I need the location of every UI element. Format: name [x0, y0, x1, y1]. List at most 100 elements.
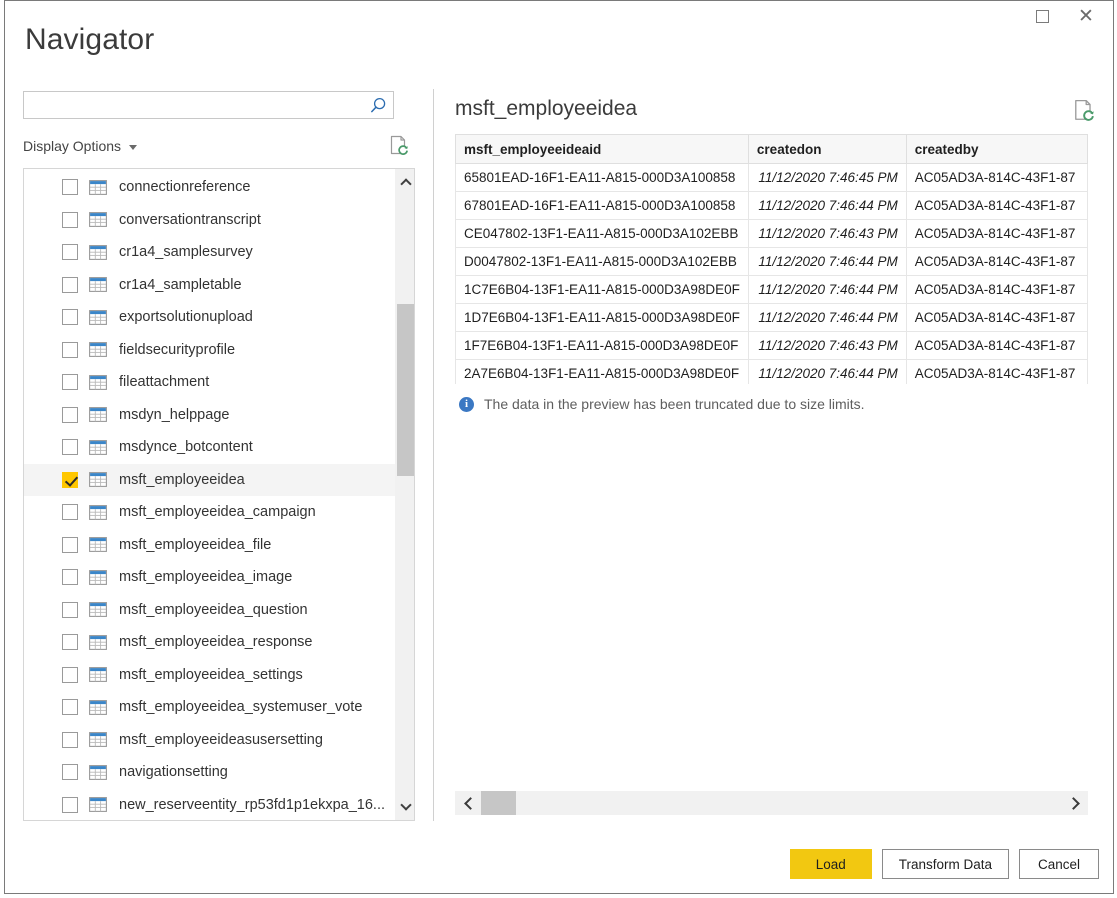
tree-item-checkbox[interactable] [62, 179, 78, 195]
tree-item-checkbox[interactable] [62, 244, 78, 260]
preview-horizontal-scrollbar[interactable] [455, 791, 1088, 815]
table-cell: AC05AD3A-814C-43F1-87 [906, 304, 1087, 332]
tree-item-msft-employeeidea-campaign[interactable]: msft_employeeidea_campaign [24, 496, 395, 529]
truncation-notice-text: The data in the preview has been truncat… [484, 396, 865, 412]
tree-item-label: cr1a4_sampletable [119, 277, 242, 293]
tree-item-label: msft_employeeidea_response [119, 634, 312, 650]
table-cell: 11/12/2020 7:46:44 PM [748, 248, 906, 276]
table-cell: AC05AD3A-814C-43F1-87 [906, 360, 1087, 385]
tree-item-msdynce-botcontent[interactable]: msdynce_botcontent [24, 431, 395, 464]
table-row: 1F7E6B04-13F1-EA11-A815-000D3A98DE0F11/1… [456, 332, 1088, 360]
table-cell: 11/12/2020 7:46:44 PM [748, 360, 906, 385]
table-cell: 2A7E6B04-13F1-EA11-A815-000D3A98DE0F [456, 360, 749, 385]
table-cell: 1F7E6B04-13F1-EA11-A815-000D3A98DE0F [456, 332, 749, 360]
search-input[interactable] [24, 92, 363, 118]
tree-item-msft-employeeideasusersetting[interactable]: msft_employeeideasusersetting [24, 724, 395, 757]
info-icon: i [459, 397, 474, 412]
tree-item-fileattachment[interactable]: fileattachment [24, 366, 395, 399]
chevron-down-icon [400, 799, 411, 810]
tree-item-checkbox[interactable] [62, 732, 78, 748]
column-header[interactable]: createdon [748, 135, 906, 164]
tree-item-fieldsecurityprofile[interactable]: fieldsecurityprofile [24, 334, 395, 367]
table-row: D0047802-13F1-EA11-A815-000D3A102EBB11/1… [456, 248, 1088, 276]
table-icon [89, 342, 107, 357]
tree-item-checkbox[interactable] [62, 439, 78, 455]
tree-item-checkbox[interactable] [62, 374, 78, 390]
table-icon [89, 407, 107, 422]
tree-item-new-reserveentity-rp53fd1p1ekxpa-16-[interactable]: new_reserveentity_rp53fd1p1ekxpa_16... [24, 789, 395, 822]
tree-item-label: msft_employeeidea_question [119, 602, 308, 618]
tree-item-msft-employeeidea-image[interactable]: msft_employeeidea_image [24, 561, 395, 594]
tree-item-checkbox[interactable] [62, 277, 78, 293]
table-cell: 11/12/2020 7:46:44 PM [748, 304, 906, 332]
scroll-left-button[interactable] [455, 791, 481, 815]
tree-item-checkbox[interactable] [62, 407, 78, 423]
tree-item-cr1a4-sampletable[interactable]: cr1a4_sampletable [24, 269, 395, 302]
search-button[interactable] [363, 92, 393, 118]
tree-vertical-scrollbar[interactable] [395, 169, 414, 820]
load-button[interactable]: Load [790, 849, 872, 879]
scroll-down-button[interactable] [396, 797, 415, 816]
tree-item-label: msft_employeeidea_file [119, 537, 271, 553]
tree-item-label: conversationtranscript [119, 212, 261, 228]
table-cell: 11/12/2020 7:46:43 PM [748, 220, 906, 248]
refresh-preview-button[interactable] [1073, 99, 1095, 127]
table-icon [89, 570, 107, 585]
search-icon [370, 97, 387, 114]
tree-item-checkbox[interactable] [62, 504, 78, 520]
tree-item-label: msft_employeeidea_systemuser_vote [119, 699, 362, 715]
tree-item-msft-employeeidea-systemuser-vote[interactable]: msft_employeeidea_systemuser_vote [24, 691, 395, 724]
tree-item-checkbox[interactable] [62, 634, 78, 650]
table-icon [89, 180, 107, 195]
scrollbar-thumb[interactable] [397, 304, 415, 476]
tree-item-msdyn-helppage[interactable]: msdyn_helppage [24, 399, 395, 432]
transform-data-button[interactable]: Transform Data [882, 849, 1009, 879]
tree-item-msft-employeeidea[interactable]: msft_employeeidea [24, 464, 395, 497]
horizontal-scrollbar-thumb[interactable] [481, 791, 516, 815]
display-options-dropdown[interactable]: Display Options [23, 138, 137, 154]
tree-item-label: msft_employeeidea_campaign [119, 504, 316, 520]
tree-item-checkbox[interactable] [62, 667, 78, 683]
tree-item-label: msft_employeeideasusersetting [119, 732, 323, 748]
tree-item-checkbox[interactable] [62, 342, 78, 358]
table-cell: AC05AD3A-814C-43F1-87 [906, 220, 1087, 248]
search-box[interactable] [23, 91, 394, 119]
tree-item-exportsolutionupload[interactable]: exportsolutionupload [24, 301, 395, 334]
cancel-button[interactable]: Cancel [1019, 849, 1099, 879]
chevron-down-icon [129, 145, 137, 150]
scroll-up-button[interactable] [396, 173, 415, 192]
tree-item-navigationsetting[interactable]: navigationsetting [24, 756, 395, 789]
tree-item-checkbox[interactable] [62, 602, 78, 618]
tree-item-checkbox[interactable] [62, 537, 78, 553]
column-header[interactable]: createdby [906, 135, 1087, 164]
column-header[interactable]: msft_employeeideaid [456, 135, 749, 164]
tree-item-cr1a4-samplesurvey[interactable]: cr1a4_samplesurvey [24, 236, 395, 269]
scroll-right-button[interactable] [1062, 791, 1088, 815]
table-header-row: msft_employeeideaidcreatedoncreatedby [456, 135, 1088, 164]
close-button[interactable]: ✕ [1064, 1, 1108, 31]
tree-item-msft-employeeidea-file[interactable]: msft_employeeidea_file [24, 529, 395, 562]
tree-item-connectionreference[interactable]: connectionreference [24, 171, 395, 204]
tree-item-msft-employeeidea-settings[interactable]: msft_employeeidea_settings [24, 659, 395, 692]
tree-item-checkbox[interactable] [62, 797, 78, 813]
tree-item-msft-employeeidea-response[interactable]: msft_employeeidea_response [24, 626, 395, 659]
maximize-button[interactable] [1020, 1, 1064, 31]
tree-item-checkbox[interactable] [62, 764, 78, 780]
tree-item-msft-employeeidea-question[interactable]: msft_employeeidea_question [24, 594, 395, 627]
tree-item-label: navigationsetting [119, 764, 228, 780]
tree-item-checkbox[interactable] [62, 309, 78, 325]
truncation-notice: i The data in the preview has been trunc… [459, 396, 865, 412]
entity-tree-list: connectionreference conversationtranscrip… [24, 169, 395, 821]
tree-item-checkbox[interactable] [62, 699, 78, 715]
close-icon: ✕ [1078, 7, 1094, 26]
tree-item-checkbox[interactable] [62, 212, 78, 228]
table-icon [89, 505, 107, 520]
tree-item-checkbox[interactable] [62, 569, 78, 585]
table-header: msft_employeeideaidcreatedoncreatedby [456, 135, 1088, 164]
window-controls: ✕ [1020, 1, 1108, 31]
table-icon [89, 602, 107, 617]
tree-item-label: msdyn_helppage [119, 407, 229, 423]
tree-item-conversationtranscript[interactable]: conversationtranscript [24, 204, 395, 237]
refresh-sources-button[interactable] [389, 135, 409, 161]
tree-item-checkbox[interactable] [62, 472, 78, 488]
